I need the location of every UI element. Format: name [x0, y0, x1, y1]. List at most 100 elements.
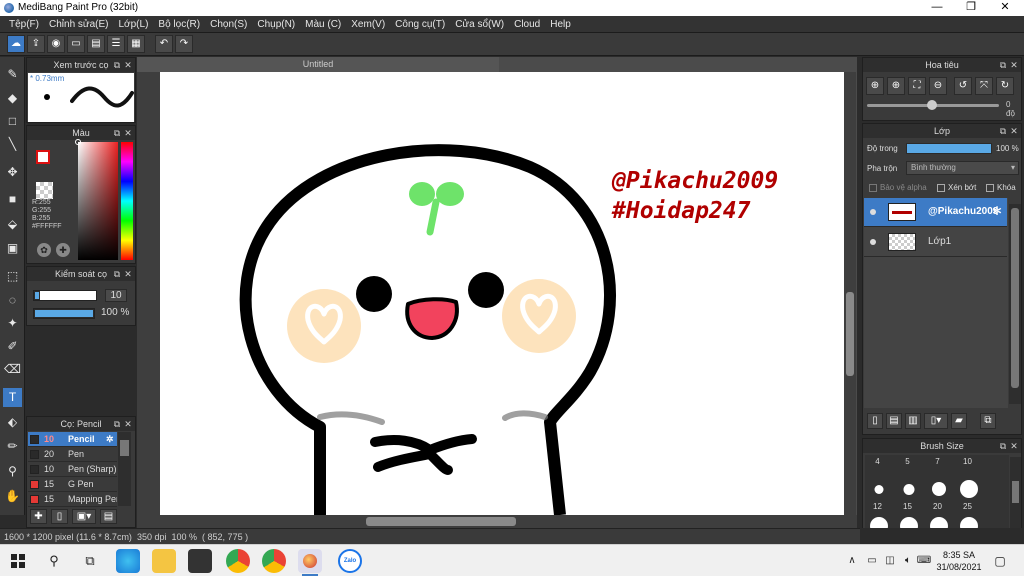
brush-settings-icon[interactable]: ▤	[100, 509, 117, 524]
brush-list-item[interactable]: 10 Pen (Sharp)	[28, 462, 117, 477]
document-tab[interactable]: Untitled	[137, 57, 499, 72]
eyedropper-icon[interactable]: ⚲	[3, 462, 22, 481]
protect-alpha-checkbox[interactable]: Bảo vệ alpha	[869, 183, 927, 192]
text-tool-icon[interactable]: T	[3, 388, 22, 407]
float-icon[interactable]: ⧉	[998, 58, 1008, 72]
brush-size-slider[interactable]	[33, 290, 97, 301]
brush-size-5[interactable]: 5	[895, 457, 920, 485]
brush-size-7[interactable]: 7	[925, 457, 950, 485]
color-picker-handle[interactable]	[75, 139, 81, 145]
language-icon[interactable]: ⌨	[914, 551, 934, 571]
windows-start-icon[interactable]	[8, 551, 28, 571]
comment-icon[interactable]: ◉	[47, 35, 65, 53]
layer-list-scrollbar[interactable]	[1009, 204, 1021, 404]
brush-list-scrollbar[interactable]	[118, 432, 131, 506]
brush-list-item[interactable]: 15 G Pen	[28, 477, 117, 492]
float-icon[interactable]: ⧉	[998, 124, 1008, 138]
clipping-checkbox[interactable]: Xén bớt	[937, 183, 976, 192]
minimize-button[interactable]: —	[920, 0, 954, 16]
new-layer-icon[interactable]: ▯	[867, 413, 883, 429]
menu-file[interactable]: Tệp(F)	[4, 19, 44, 30]
layer-settings-icon[interactable]: ✲	[992, 204, 1002, 218]
search-icon[interactable]: ⚲	[44, 551, 64, 571]
horizontal-scroll-thumb[interactable]	[366, 517, 516, 526]
redo-icon[interactable]: ↷	[175, 35, 193, 53]
rotation-slider-thumb[interactable]	[927, 100, 937, 110]
menu-snap[interactable]: Chụp(N)	[252, 19, 300, 30]
palette-icon[interactable]: ✿	[37, 243, 51, 257]
chrome-icon[interactable]	[226, 549, 250, 573]
fit-icon[interactable]: ⛶	[908, 77, 926, 95]
hand-tool-icon[interactable]: ✋	[3, 487, 22, 506]
vertical-scroll-thumb[interactable]	[846, 292, 854, 376]
menu-filter[interactable]: Bộ lọc(R)	[153, 19, 205, 30]
menu-select[interactable]: Chọn(S)	[205, 19, 252, 30]
menu-tools[interactable]: Công cụ(T)	[390, 19, 450, 30]
brush-list-item[interactable]: 20 Pen	[28, 447, 117, 462]
new-layer-1bit-icon[interactable]: ▥	[905, 413, 921, 429]
battery-icon[interactable]: ▭	[862, 551, 882, 571]
close-icon[interactable]: ✕	[1009, 58, 1019, 72]
network-icon[interactable]: ◫	[880, 551, 900, 571]
store-icon[interactable]	[188, 549, 212, 573]
saturation-value-picker[interactable]	[75, 139, 118, 260]
line-tool-icon[interactable]: ╲	[3, 135, 22, 154]
menu-layer[interactable]: Lớp(L)	[114, 19, 154, 30]
menu-edit[interactable]: Chỉnh sửa(E)	[44, 19, 114, 30]
operation-tool-icon[interactable]: ⬖	[3, 413, 22, 432]
brush-opacity-slider[interactable]	[33, 308, 95, 319]
menu-view[interactable]: Xem(V)	[346, 19, 390, 30]
close-icon[interactable]: ✕	[123, 267, 133, 281]
layer-row[interactable]: Lớp1	[864, 228, 1007, 257]
close-icon[interactable]: ✕	[1009, 439, 1019, 453]
message-icon[interactable]: ▭	[67, 35, 85, 53]
brush-size-scrollbar[interactable]	[1010, 457, 1021, 533]
bucket-tool-icon[interactable]: ⬙	[3, 215, 22, 234]
select-eraser-icon[interactable]: ⌫	[3, 360, 22, 379]
duplicate-layer-icon[interactable]: ⧉	[980, 413, 996, 429]
close-icon[interactable]: ✕	[1009, 124, 1019, 138]
brush-size-value[interactable]: 10	[105, 289, 127, 302]
close-icon[interactable]: ✕	[123, 58, 133, 72]
medibang-taskbar-icon[interactable]	[298, 549, 322, 576]
scrollbar-thumb[interactable]	[1011, 208, 1019, 388]
magic-wand-icon[interactable]: ✦	[3, 314, 22, 333]
layer-row[interactable]: @Pikachu2009 ✲	[864, 198, 1007, 227]
brush-size-4[interactable]: 4	[865, 457, 890, 485]
visibility-icon[interactable]	[870, 239, 876, 245]
system-clock[interactable]: 8:35 SA 31/08/2021	[934, 549, 984, 573]
new-layer-8bit-icon[interactable]: ▤	[886, 413, 902, 429]
brush-new-icon[interactable]: ▯	[51, 509, 68, 524]
float-icon[interactable]: ⧉	[112, 58, 122, 72]
brush-menu-icon[interactable]: ▣▾	[72, 509, 96, 524]
brush-settings-gear-icon[interactable]: ✲	[106, 432, 114, 447]
brush-list-item[interactable]: 15 Mapping Pen	[28, 492, 117, 507]
edge-browser-icon[interactable]	[116, 549, 140, 573]
folder-icon[interactable]: ▰	[951, 413, 967, 429]
lasso-tool-icon[interactable]: ◌	[3, 291, 22, 310]
menu-cloud[interactable]: Cloud	[509, 19, 545, 30]
transparent-swatch[interactable]	[36, 182, 53, 199]
select-rect-icon[interactable]: ⬚	[3, 267, 22, 286]
float-icon[interactable]: ⧉	[112, 417, 122, 431]
layer-opacity-slider[interactable]	[906, 143, 992, 154]
close-icon[interactable]: ✕	[123, 126, 133, 140]
float-icon[interactable]: ⧉	[112, 267, 122, 281]
rotate-right-icon[interactable]: ↻	[996, 77, 1014, 95]
blend-mode-select[interactable]: Bình thường ▾	[906, 161, 1019, 175]
notifications-icon[interactable]: ▢	[990, 551, 1010, 571]
foreground-color-swatch[interactable]	[36, 150, 50, 164]
grid-icon[interactable]: ▦	[127, 35, 145, 53]
visibility-icon[interactable]	[870, 209, 876, 215]
document-icon[interactable]: ▤	[87, 35, 105, 53]
scrollbar-thumb[interactable]	[1012, 481, 1019, 503]
zalo-icon[interactable]: Zalo	[338, 549, 362, 573]
brush-tool-icon[interactable]: ✎	[3, 65, 22, 84]
drawing-canvas[interactable]: @Pikachu2009 #Hoidap247	[160, 72, 844, 515]
menu-window[interactable]: Cửa sổ(W)	[450, 19, 509, 30]
rotate-left-icon[interactable]: ↺	[954, 77, 972, 95]
divide-tool-icon[interactable]: ✏	[3, 437, 22, 456]
chrome-profile-icon[interactable]	[262, 549, 286, 573]
share-icon[interactable]: ⇪	[27, 35, 45, 53]
cloud-icon[interactable]: ☁	[7, 35, 25, 53]
